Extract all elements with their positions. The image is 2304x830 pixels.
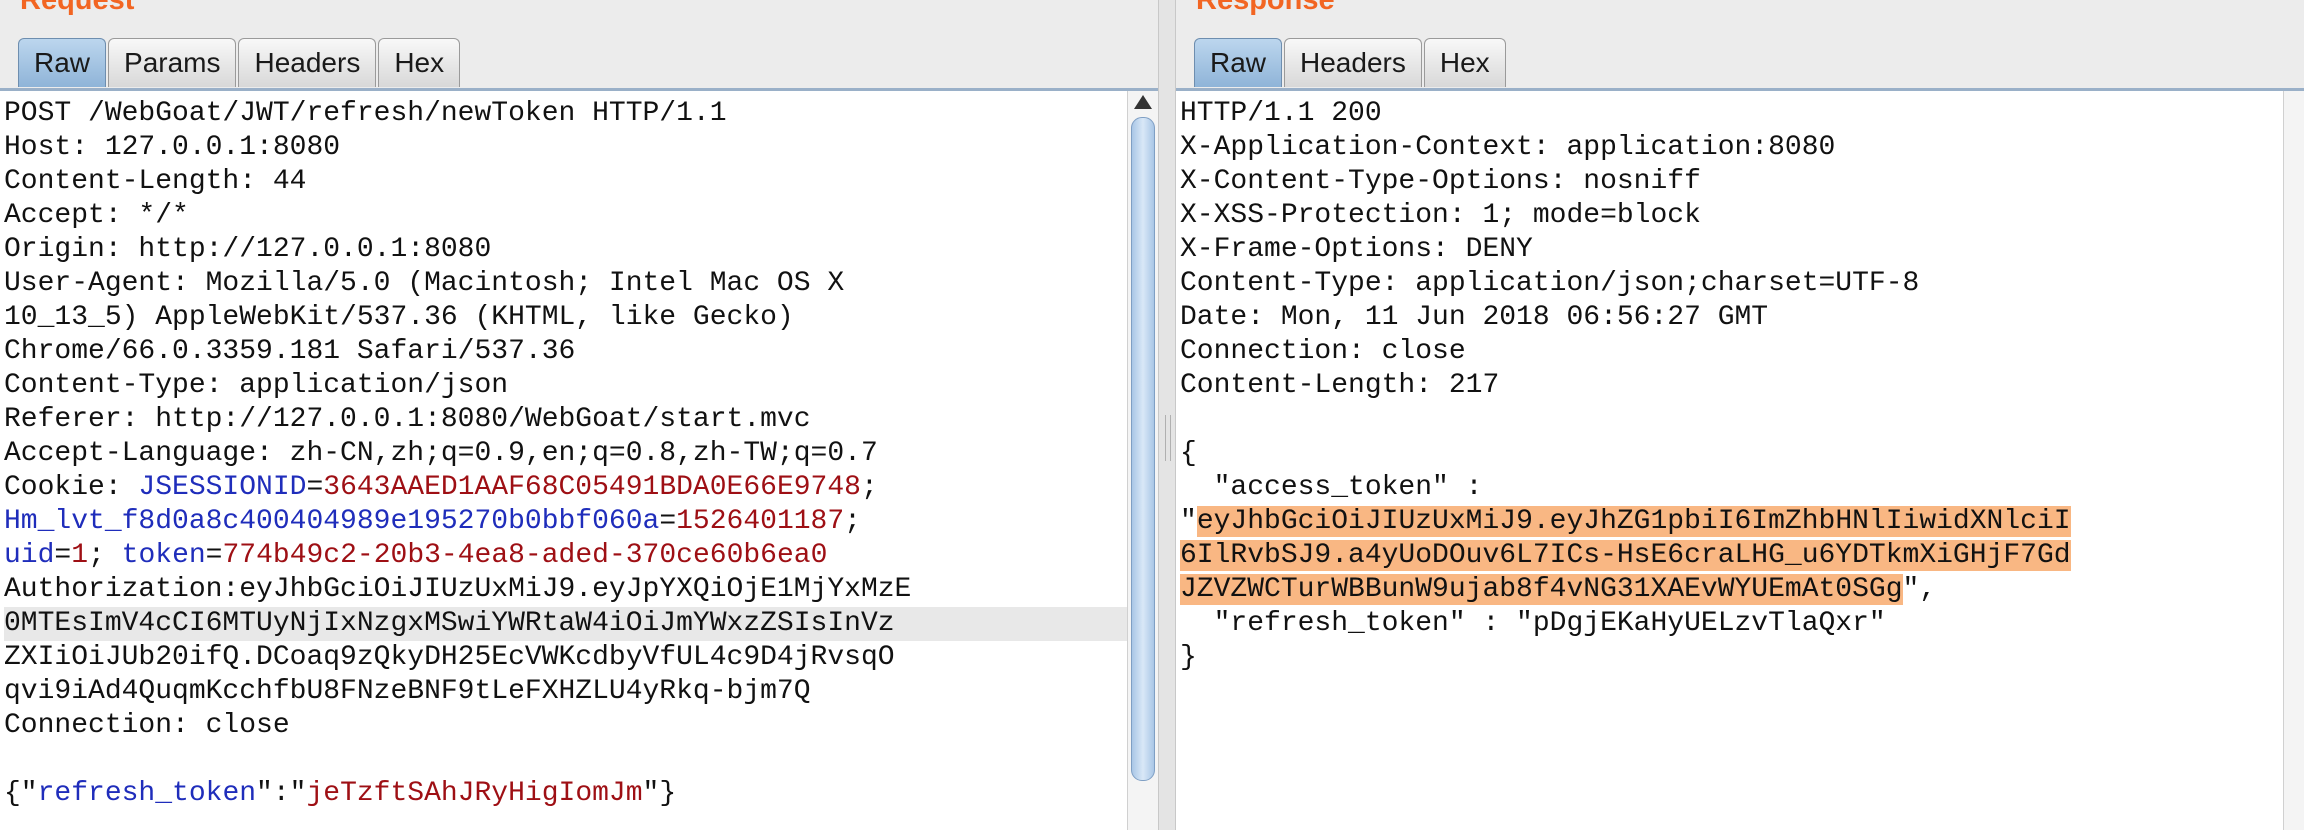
response-pane: Response Raw Headers Hex HTTP/1.1 200 X-A…	[1176, 0, 2304, 830]
response-line: "access_token" :	[1180, 472, 1483, 503]
cookie-label: Cookie:	[4, 472, 139, 503]
request-line: POST /WebGoat/JWT/refresh/newToken HTTP/…	[4, 98, 727, 129]
request-line: Referer: http://127.0.0.1:8080/WebGoat/s…	[4, 404, 811, 435]
cookie-line: Hm_lvt_f8d0a8c400404989e195270b0bbf060a=…	[4, 506, 861, 537]
response-tab-raw[interactable]: Raw	[1194, 38, 1283, 87]
body-key: refresh_token	[37, 778, 257, 809]
response-line: X-XSS-Protection: 1; mode=block	[1180, 200, 1701, 231]
request-line: Content-Type: application/json	[4, 370, 509, 401]
cookie-name-uid: uid	[4, 540, 55, 571]
request-line: Accept-Language: zh-CN,zh;q=0.9,en;q=0.8…	[4, 438, 878, 469]
response-title: Response	[1196, 0, 1335, 16]
response-tab-bar: Raw Headers Hex	[1194, 38, 1508, 88]
authorization-line-current: 0MTEsImV4cCI6MTUyNjIxNzgxMSwiYWRtaW4iOiJ…	[4, 607, 1158, 641]
request-title: Request	[20, 0, 135, 16]
request-tab-params[interactable]: Params	[108, 38, 237, 87]
response-scrollbar[interactable]	[2283, 91, 2304, 830]
request-tab-hex[interactable]: Hex	[378, 38, 461, 87]
request-line: Host: 127.0.0.1:8080	[4, 132, 341, 163]
cookie-value-hm-lvt: 1526401187	[676, 506, 845, 537]
response-line: Date: Mon, 11 Jun 2018 06:56:27 GMT	[1180, 302, 1769, 333]
request-line: Connection: close	[4, 710, 290, 741]
response-line: Content-Length: 217	[1180, 370, 1500, 401]
authorization-line: Authorization:eyJhbGciOiJIUzUxMiJ9.eyJpY…	[4, 574, 912, 605]
request-tab-raw[interactable]: Raw	[18, 38, 107, 87]
response-line: X-Content-Type-Options: nosniff	[1180, 166, 1701, 197]
cookie-value-uid: 1	[71, 540, 89, 571]
request-line: 10_13_5) AppleWebKit/537.36 (KHTML, like…	[4, 302, 794, 333]
pane-splitter[interactable]	[1158, 0, 1176, 830]
response-line: Connection: close	[1180, 336, 1466, 367]
token-line: JZVZWCTurWBBunW9ujab8f4vNG31XAEvWYUEmAt0…	[1180, 574, 1937, 605]
response-tab-headers[interactable]: Headers	[1284, 38, 1422, 87]
request-editor[interactable]: POST /WebGoat/JWT/refresh/newToken HTTP/…	[0, 88, 1158, 830]
response-tab-hex[interactable]: Hex	[1423, 38, 1506, 87]
request-line: User-Agent: Mozilla/5.0 (Macintosh; Inte…	[4, 268, 845, 299]
token-line: "eyJhbGciOiJIUzUxMiJ9.eyJhZG1pbiI6ImZhbH…	[1180, 506, 2071, 537]
request-line: Origin: http://127.0.0.1:8080	[4, 234, 492, 265]
access-token-highlight: eyJhbGciOiJIUzUxMiJ9.eyJhZG1pbiI6ImZhbHN…	[1196, 506, 2071, 537]
response-editor[interactable]: HTTP/1.1 200 X-Application-Context: appli…	[1176, 88, 2304, 830]
request-text[interactable]: POST /WebGoat/JWT/refresh/newToken HTTP/…	[0, 91, 1158, 811]
access-token-highlight: JZVZWCTurWBBunW9ujab8f4vNG31XAEvWYUEmAt0…	[1180, 574, 1903, 605]
request-tab-bar: Raw Params Headers Hex	[18, 38, 462, 88]
response-line: "refresh_token" : "pDgjEKaHyUELzvTlaQxr"	[1180, 608, 1886, 639]
token-line: 6IlRvbSJ9.a4yUoDOuv6L7ICs-HsE6craLHG_u6Y…	[1180, 539, 2304, 573]
cookie-name-hm-lvt: Hm_lvt_f8d0a8c400404989e195270b0bbf060a	[4, 506, 660, 537]
scroll-up-arrow-icon[interactable]	[1134, 95, 1152, 109]
response-line: {	[1180, 438, 1197, 469]
cookie-line: Cookie: JSESSIONID=3643AAED1AAF68C05491B…	[4, 472, 878, 503]
cookie-name-token: token	[121, 540, 206, 571]
response-line: X-Frame-Options: DENY	[1180, 234, 1533, 265]
request-pane: Request Raw Params Headers Hex POST /Web…	[0, 0, 1158, 830]
request-line: Content-Length: 44	[4, 166, 307, 197]
cookie-value-token: 774b49c2-20b3-4ea8-aded-370ce60b6ea0	[222, 540, 828, 571]
access-token-highlight: 6IlRvbSJ9.a4yUoDOuv6L7ICs-HsE6craLHG_u6Y…	[1180, 540, 2071, 571]
request-line: ZXIiOiJUb20ifQ.DCoaq9zQkyDH25EcVWKcdbyVf…	[4, 642, 895, 673]
splitter-grip-icon[interactable]	[1165, 415, 1171, 461]
request-line: Chrome/66.0.3359.181 Safari/537.36	[4, 336, 576, 367]
request-scroll-thumb[interactable]	[1131, 117, 1155, 781]
response-line: }	[1180, 642, 1197, 673]
body-value: jeTzftSAhJRyHigIomJm	[306, 778, 643, 809]
response-text[interactable]: HTTP/1.1 200 X-Application-Context: appli…	[1176, 91, 2304, 675]
request-scrollbar[interactable]	[1127, 91, 1158, 830]
cookie-value-jsessionid: 3643AAED1AAF68C05491BDA0E66E9748	[323, 472, 861, 503]
response-line: Content-Type: application/json;charset=U…	[1180, 268, 1920, 299]
request-body-line: {"refresh_token":"jeTzftSAhJRyHigIomJm"}	[4, 778, 677, 809]
request-tab-headers[interactable]: Headers	[238, 38, 377, 87]
cookie-line: uid=1; token=774b49c2-20b3-4ea8-aded-370…	[4, 540, 828, 571]
response-line: X-Application-Context: application:8080	[1180, 132, 1836, 163]
cookie-name-jsessionid: JSESSIONID	[138, 472, 307, 503]
response-line: HTTP/1.1 200	[1180, 98, 1382, 129]
request-line: qvi9iAd4QuqmKcchfbU8FNzeBNF9tLeFXHZLU4yR…	[4, 676, 811, 707]
request-line: Accept: */*	[4, 200, 189, 231]
